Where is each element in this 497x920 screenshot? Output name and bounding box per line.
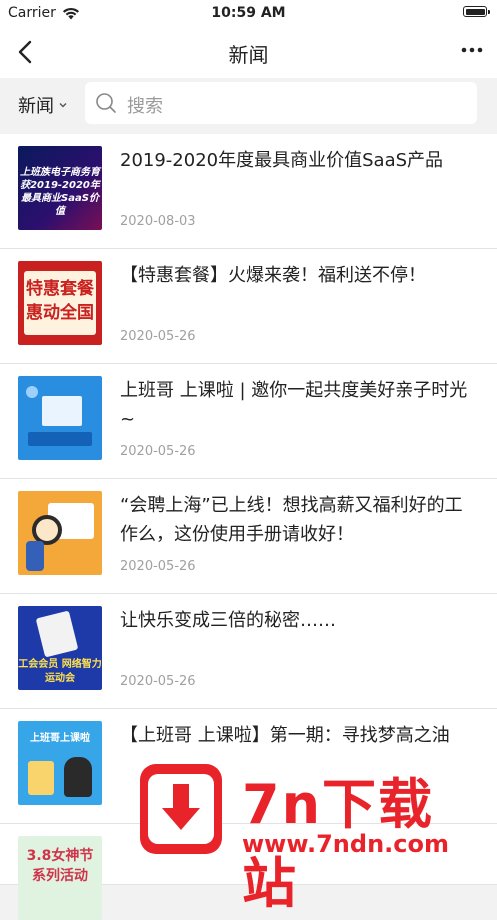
page-title: 新闻 — [228, 43, 269, 67]
news-thumbnail — [18, 376, 102, 460]
news-title: “会聘上海”已上线！想找高薪又福利好的工作么，这份使用手册请收好！ — [120, 495, 463, 545]
thumbnail-caption: 特惠套餐 惠动全国 — [26, 279, 94, 323]
news-item[interactable]: 上班族电子商务育 获2019-2020年 最具商业SaaS价值 2019-202… — [0, 134, 497, 249]
news-thumbnail: 3.8女神节 系列活动 — [18, 836, 102, 920]
download-logo-icon — [140, 764, 222, 854]
news-title: 上班哥 上课啦 | 邀你一起共度美好亲子时光~ — [120, 380, 468, 430]
category-dropdown[interactable]: 新闻 — [18, 92, 68, 118]
news-date: 2020-08-03 — [120, 214, 196, 229]
clock: 10:59 AM — [211, 5, 286, 21]
news-date: 2020-05-26 — [120, 559, 196, 574]
filter-bar: 新闻 搜索 — [0, 78, 497, 134]
news-title: 2019-2020年度最具商业价值SaaS产品 — [120, 150, 444, 171]
news-title: 【特惠套餐】火爆来袭！福利送不停！ — [120, 265, 426, 286]
search-input[interactable]: 搜索 — [85, 82, 477, 124]
navigation-bar: 新闻 — [0, 26, 497, 78]
more-options-icon[interactable] — [461, 46, 483, 54]
news-thumbnail: 特惠套餐 惠动全国 — [18, 261, 102, 345]
news-item[interactable]: 工会会员 网络智力运动会 让快乐变成三倍的秘密…… 2020-05-26 — [0, 594, 497, 709]
news-date: 2020-05-26 — [120, 444, 196, 459]
watermark-url: www.7ndn.com — [242, 830, 449, 858]
news-item[interactable]: 特惠套餐 惠动全国 【特惠套餐】火爆来袭！福利送不停！ 2020-05-26 — [0, 249, 497, 364]
battery-icon — [463, 6, 490, 17]
thumbnail-caption: 工会会员 网络智力运动会 — [18, 659, 102, 684]
thumbnail-caption: 上班哥上课啦 — [30, 733, 90, 744]
chevron-down-icon — [59, 103, 67, 108]
status-bar: Carrier 10:59 AM — [0, 0, 497, 26]
news-item[interactable]: 上班哥 上课啦 | 邀你一起共度美好亲子时光~ 2020-05-26 — [0, 364, 497, 479]
category-label: 新闻 — [18, 96, 54, 117]
news-thumbnail — [18, 491, 102, 575]
news-date: 2020-05-26 — [120, 674, 196, 689]
thumbnail-caption: 上班族电子商务育 获2019-2020年 最具商业SaaS价值 — [20, 167, 100, 217]
news-title: 【上班哥 上课啦】第一期：寻找梦高之油 — [120, 725, 450, 746]
news-item[interactable]: “会聘上海”已上线！想找高薪又福利好的工作么，这份使用手册请收好！ 2020-0… — [0, 479, 497, 594]
watermark: 7n下载站 www.7ndn.com — [140, 760, 485, 915]
news-date: 2020-05-26 — [120, 329, 196, 344]
search-icon — [96, 93, 116, 113]
news-thumbnail: 上班族电子商务育 获2019-2020年 最具商业SaaS价值 — [18, 146, 102, 230]
search-placeholder: 搜索 — [127, 96, 163, 117]
news-title: 让快乐变成三倍的秘密…… — [120, 610, 336, 631]
thumbnail-caption: 3.8女神节 系列活动 — [26, 848, 94, 884]
news-thumbnail: 工会会员 网络智力运动会 — [18, 606, 102, 690]
news-thumbnail: 上班哥上课啦 — [18, 721, 102, 805]
